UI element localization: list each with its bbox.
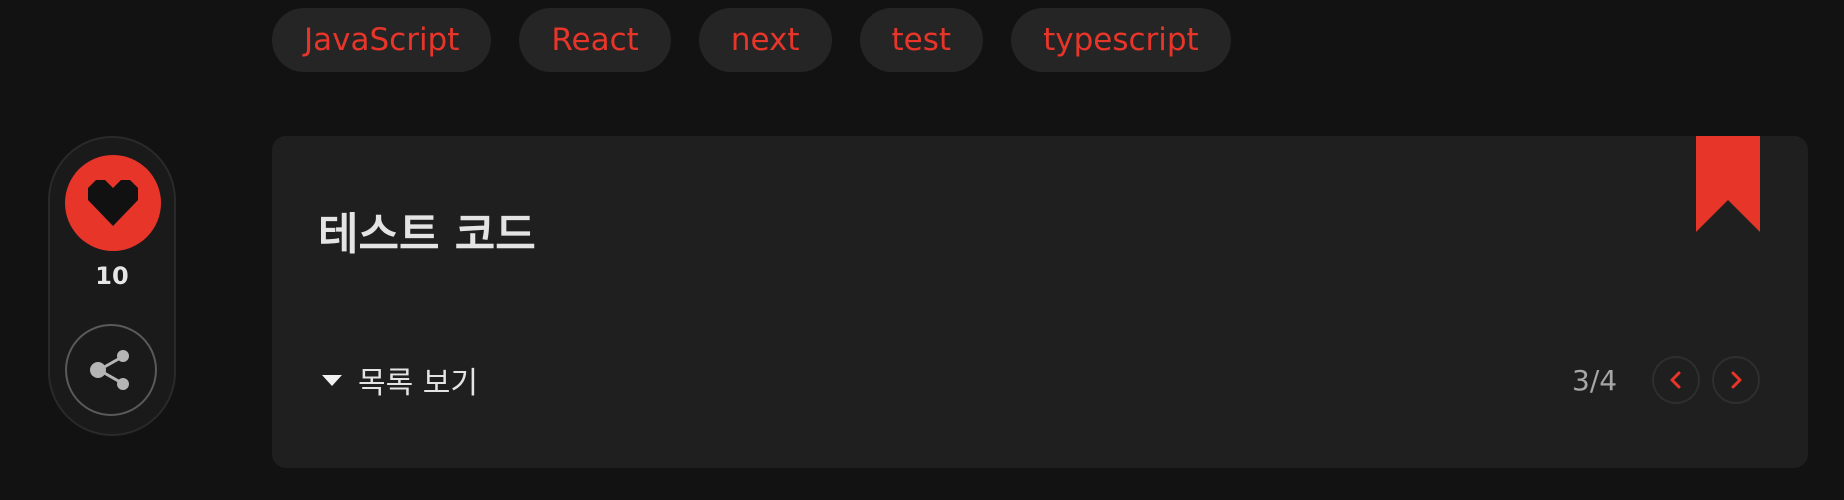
like-count: 10 — [95, 262, 129, 290]
tag-javascript[interactable]: JavaScript — [272, 8, 492, 72]
next-button[interactable] — [1712, 356, 1760, 404]
reaction-panel: 10 — [48, 136, 176, 436]
page: JavaScript React next test typescript 10 — [0, 0, 1844, 500]
like-button[interactable] — [65, 155, 161, 251]
bookmark-icon[interactable] — [1696, 136, 1760, 232]
toc-label: 목록 보기 — [358, 366, 478, 401]
page-indicator: 3/4 — [1572, 364, 1618, 397]
chevron-left-icon — [1670, 371, 1681, 389]
post-card: 테스트 코드 목록 보기 3/4 — [272, 136, 1808, 468]
toc-toggle[interactable]: 목록 보기 — [322, 358, 478, 402]
prev-button[interactable] — [1652, 356, 1700, 404]
share-button[interactable] — [65, 324, 157, 416]
tag-list: JavaScript React next test typescript — [272, 8, 1231, 72]
tag-typescript[interactable]: typescript — [1011, 8, 1231, 72]
triangle-down-icon — [322, 374, 342, 386]
chevron-right-icon — [1731, 371, 1742, 389]
tag-react[interactable]: React — [519, 8, 671, 72]
tag-next[interactable]: next — [698, 8, 832, 72]
tag-test[interactable]: test — [859, 8, 984, 72]
share-icon — [90, 350, 129, 390]
heart-icon — [88, 180, 138, 226]
post-title: 테스트 코드 — [318, 209, 536, 260]
